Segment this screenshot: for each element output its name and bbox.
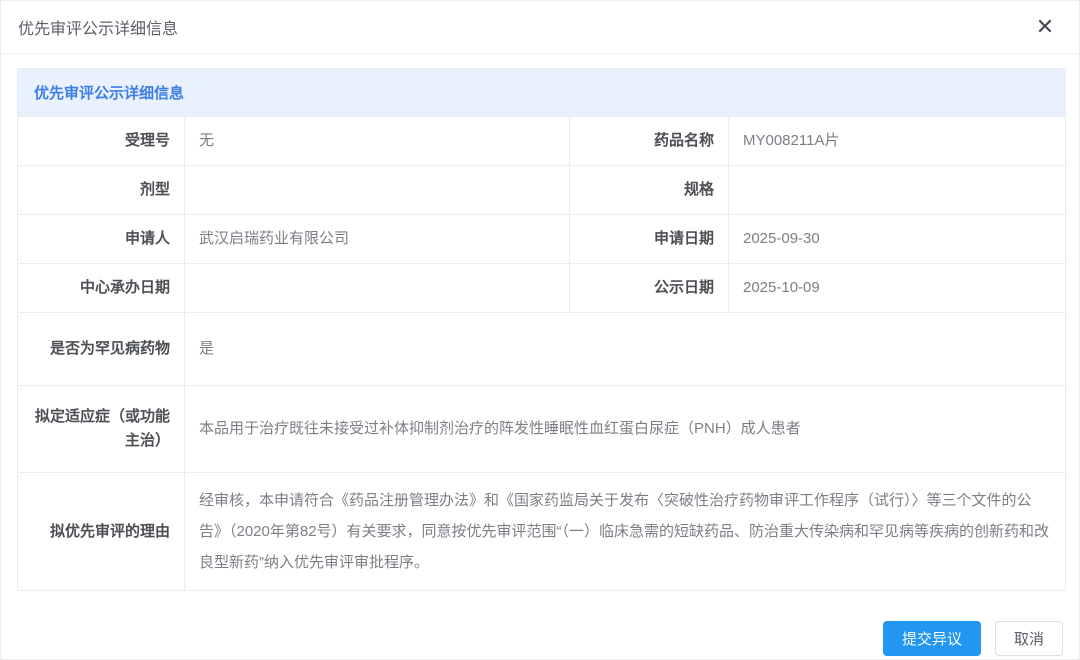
detail-table: 优先审评公示详细信息 受理号 无 药品名称 MY008211A片 剂型 规格 申… <box>17 68 1066 591</box>
field-value-applicant: 武汉启瑞药业有限公司 <box>185 215 570 264</box>
field-value-apply-date: 2025-09-30 <box>729 215 1066 264</box>
close-icon[interactable]: ✕ <box>1031 13 1059 41</box>
field-label-drug-name: 药品名称 <box>570 117 729 166</box>
table-row: 中心承办日期 公示日期 2025-10-09 <box>18 264 1066 313</box>
field-label-apply-date: 申请日期 <box>570 215 729 264</box>
field-value-publicity-date: 2025-10-09 <box>729 264 1066 313</box>
field-value-center-accept-date <box>185 264 570 313</box>
table-row: 申请人 武汉启瑞药业有限公司 申请日期 2025-09-30 <box>18 215 1066 264</box>
table-row: 拟定适应症（或功能主治） 本品用于治疗既往未接受过补体抑制剂治疗的阵发性睡眠性血… <box>18 386 1066 473</box>
field-value-priority-reason: 经审核，本申请符合《药品注册管理办法》和《国家药监局关于发布〈突破性治疗药物审评… <box>185 473 1066 591</box>
field-value-specification <box>729 166 1066 215</box>
table-row: 剂型 规格 <box>18 166 1066 215</box>
table-row: 受理号 无 药品名称 MY008211A片 <box>18 117 1066 166</box>
field-label-specification: 规格 <box>570 166 729 215</box>
field-label-dosage-form: 剂型 <box>18 166 185 215</box>
field-value-drug-name: MY008211A片 <box>729 117 1066 166</box>
cancel-button[interactable]: 取消 <box>995 621 1063 656</box>
table-caption: 优先审评公示详细信息 <box>18 69 1066 117</box>
field-label-publicity-date: 公示日期 <box>570 264 729 313</box>
table-caption-row: 优先审评公示详细信息 <box>18 69 1066 117</box>
field-value-indication: 本品用于治疗既往未接受过补体抑制剂治疗的阵发性睡眠性血红蛋白尿症（PNH）成人患… <box>185 386 1066 473</box>
field-value-acceptance-no: 无 <box>185 117 570 166</box>
modal-footer: 提交异议 取消 <box>1 621 1079 660</box>
table-row: 是否为罕见病药物 是 <box>18 313 1066 386</box>
field-label-center-accept-date: 中心承办日期 <box>18 264 185 313</box>
field-value-rare-disease: 是 <box>185 313 1066 386</box>
field-label-priority-reason: 拟优先审评的理由 <box>18 473 185 591</box>
submit-objection-button[interactable]: 提交异议 <box>883 621 981 656</box>
table-row: 拟优先审评的理由 经审核，本申请符合《药品注册管理办法》和《国家药监局关于发布〈… <box>18 473 1066 591</box>
field-label-applicant: 申请人 <box>18 215 185 264</box>
field-value-dosage-form <box>185 166 570 215</box>
priority-review-detail-modal: 优先审评公示详细信息 ✕ 优先审评公示详细信息 受理号 无 药品名称 MY008… <box>0 0 1080 660</box>
modal-title: 优先审评公示详细信息 <box>18 15 178 39</box>
field-label-indication: 拟定适应症（或功能主治） <box>18 386 185 473</box>
modal-header: 优先审评公示详细信息 ✕ <box>1 1 1079 54</box>
modal-body: 优先审评公示详细信息 受理号 无 药品名称 MY008211A片 剂型 规格 申… <box>1 54 1079 591</box>
field-label-rare-disease: 是否为罕见病药物 <box>18 313 185 386</box>
field-label-acceptance-no: 受理号 <box>18 117 185 166</box>
